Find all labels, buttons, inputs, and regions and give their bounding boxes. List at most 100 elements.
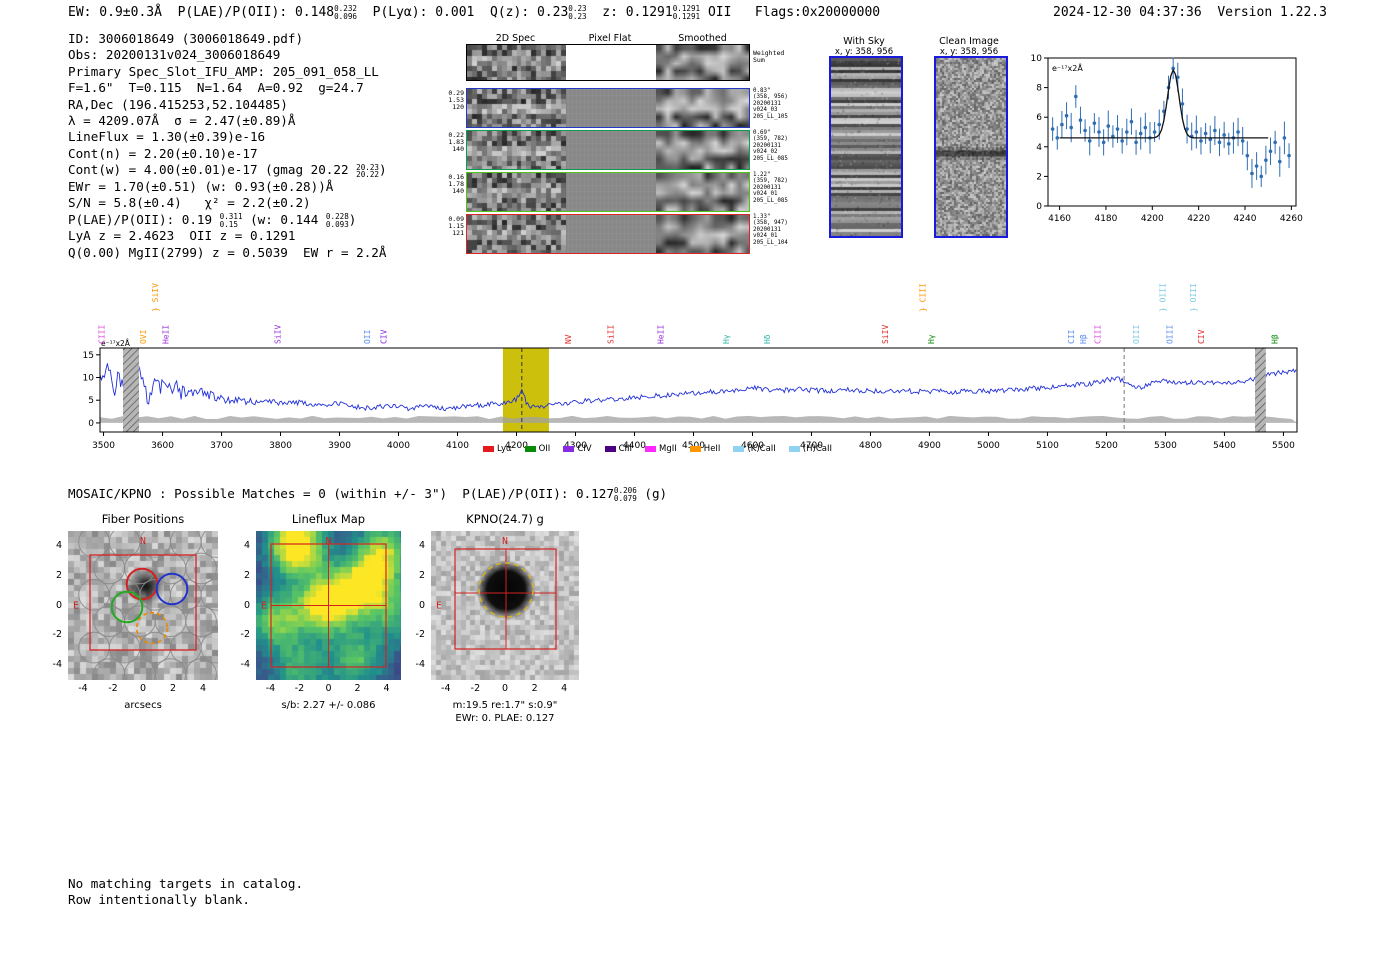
text-segment: P(LAE)/P(OII): 0.19 bbox=[68, 211, 220, 227]
svg-text:4200: 4200 bbox=[1141, 214, 1164, 222]
lineflux-xtick: 4 bbox=[383, 683, 390, 694]
text-segment: ) bbox=[348, 211, 357, 227]
2d-spec-image bbox=[467, 131, 566, 169]
svg-text:0: 0 bbox=[1036, 202, 1042, 212]
text-segment: λ = 4209.07Å σ = 2.47(±0.89)Å bbox=[68, 113, 296, 129]
2d-spec-image bbox=[467, 89, 566, 127]
text-segment: S/N = 5.8(±0.4) χ² = 2.2(±0.2) bbox=[68, 195, 311, 211]
svg-text:E: E bbox=[73, 601, 79, 612]
kpno-ytick: 4 bbox=[418, 539, 425, 551]
weighted-sum-label: Weighted Sum bbox=[753, 49, 785, 65]
with-sky-image-frame bbox=[829, 56, 903, 238]
svg-text:4180: 4180 bbox=[1094, 214, 1117, 222]
text-segment: RA,Dec (196.415253,52.104485) bbox=[68, 96, 288, 112]
legend-item: Lyα bbox=[483, 444, 512, 454]
text-segment: (g) bbox=[636, 486, 668, 501]
kpno-xtick: -4 bbox=[441, 683, 451, 694]
svg-text:CIII: CIII bbox=[98, 325, 107, 344]
smoothed-image bbox=[656, 131, 749, 169]
text-segment: EWr = 1.70(±0.51) (w: 0.93(±0.28))Å bbox=[68, 178, 334, 194]
fiber-xtick: -2 bbox=[108, 683, 118, 694]
pixel-flat-image bbox=[566, 131, 656, 169]
stacked-uncertainty: 0.228 0.093 bbox=[325, 212, 349, 229]
svg-text:6: 6 bbox=[1036, 113, 1042, 123]
fiber-xtick: 2 bbox=[169, 683, 177, 694]
legend-label: HeII bbox=[703, 444, 721, 454]
svg-text:SiIV: SiIV bbox=[274, 325, 283, 344]
footer-blank-row: Row intentionally blank. bbox=[68, 892, 250, 907]
cutout-row bbox=[466, 88, 750, 128]
text-segment: ID: 3006018649 (3006018649.pdf) bbox=[68, 31, 304, 46]
kpno-overlay: NE bbox=[436, 536, 557, 650]
kpno-xlabel: m:19.5 re:1.7" s:0.9" bbox=[452, 700, 558, 711]
text-segment: Obs: 20200131v024_3006018649 bbox=[68, 47, 281, 63]
svg-text:5400: 5400 bbox=[1213, 441, 1236, 451]
legend-item: HeII bbox=[689, 444, 721, 454]
smoothed-image bbox=[656, 215, 749, 253]
text-segment: LineFlux = 1.30(±0.39)e-16 bbox=[68, 129, 266, 145]
svg-text:OVI: OVI bbox=[139, 329, 148, 344]
svg-text:4160: 4160 bbox=[1048, 214, 1071, 222]
legend-label: (K)CaII bbox=[747, 444, 776, 454]
cutout-row-weights: 0.16 1.78 140 bbox=[448, 173, 464, 196]
fiber-xtick: -4 bbox=[78, 683, 88, 694]
text-segment: EW: 0.9±0.3Å P(LAE)/P(OII): 0.148 bbox=[68, 5, 335, 20]
kpno-ytick: 0 bbox=[418, 599, 425, 611]
info-line: Obs: 20200131v024_3006018649 bbox=[68, 47, 387, 63]
svg-text:4260: 4260 bbox=[1280, 214, 1303, 222]
info-line: LyA z = 2.4623 OII z = 0.1291 bbox=[68, 228, 387, 244]
svg-text:OIII: OIII bbox=[1166, 325, 1175, 344]
kpno-xtick: -2 bbox=[470, 683, 481, 694]
lineflux-ytick: -2 bbox=[240, 629, 250, 641]
fiber-xlabel: arcsecs bbox=[124, 700, 162, 711]
kpno-ytick: 2 bbox=[418, 569, 425, 581]
smoothed-image bbox=[656, 173, 749, 211]
lineflux-ytick: 2 bbox=[243, 569, 250, 581]
svg-text:E: E bbox=[261, 601, 267, 612]
legend-item: CIII bbox=[604, 444, 632, 454]
svg-text:CII: CII bbox=[1067, 329, 1076, 344]
svg-text:3800: 3800 bbox=[269, 441, 292, 451]
svg-text:4800: 4800 bbox=[859, 441, 882, 451]
header-summary-line: EW: 0.9±0.3Å P(LAE)/P(OII): 0.148 0.232 0.… bbox=[68, 5, 880, 21]
svg-text:5300: 5300 bbox=[1154, 441, 1177, 451]
svg-text:} SiIV: } SiIV bbox=[151, 283, 160, 312]
svg-text:4100: 4100 bbox=[446, 441, 469, 451]
cutout-row-info: 0.69" (359, 782) 20200131 v024_02 205_LL… bbox=[753, 130, 788, 162]
info-line: RA,Dec (196.415253,52.104485) bbox=[68, 97, 387, 113]
svg-text:HeII: HeII bbox=[656, 325, 665, 344]
stacked-uncertainty: 20.23 20.22 bbox=[356, 162, 379, 180]
svg-text:NV: NV bbox=[564, 334, 573, 344]
fiber-ytick: -4 bbox=[52, 659, 62, 671]
info-line: Cont(w) = 4.00(±0.01)e-17 (gmag 20.22 20… bbox=[68, 162, 387, 179]
legend-item: MgII bbox=[645, 444, 677, 454]
svg-text:} CIII: } CIII bbox=[918, 283, 927, 312]
header-date-version: 2024-12-30 04:37:36 Version 1.22.3 bbox=[1053, 5, 1327, 20]
svg-text:5000: 5000 bbox=[977, 441, 1000, 451]
svg-text:4240: 4240 bbox=[1234, 214, 1257, 222]
svg-text:E: E bbox=[436, 601, 442, 612]
legend-swatch bbox=[524, 446, 536, 452]
cutout-row-info: 0.83" (358, 956) 20200131 v024_03 205_LL… bbox=[753, 88, 788, 120]
legend-swatch bbox=[788, 446, 800, 452]
col-header-smoothed: Smoothed bbox=[678, 33, 727, 44]
svg-text:3900: 3900 bbox=[328, 441, 351, 451]
cutout-row bbox=[466, 214, 750, 254]
smoothed-image bbox=[656, 45, 749, 80]
stacked-uncertainty: 0.232 0.096 bbox=[334, 4, 357, 21]
stacked-uncertainty: 0.1291 0.1291 bbox=[672, 4, 701, 21]
cutout-row bbox=[466, 172, 750, 212]
fiber-positions-title: Fiber Positions bbox=[101, 512, 185, 526]
svg-text:3700: 3700 bbox=[210, 441, 233, 451]
legend-item: OII bbox=[524, 444, 550, 454]
svg-text:Hβ: Hβ bbox=[1271, 334, 1280, 344]
svg-text:15: 15 bbox=[83, 351, 94, 361]
svg-text:Hδ: Hδ bbox=[763, 334, 772, 344]
fiber-ytick: 4 bbox=[55, 539, 62, 551]
col-header-2d-spec: 2D Spec bbox=[495, 33, 536, 44]
lineflux-ytick: -4 bbox=[240, 659, 250, 671]
info-line: LineFlux = 1.30(±0.39)e-16 bbox=[68, 129, 387, 145]
cutout-row-weights: 0.09 1.15 121 bbox=[448, 215, 464, 238]
svg-text:4: 4 bbox=[1036, 143, 1042, 153]
lineflux-xtick: -4 bbox=[265, 683, 276, 694]
